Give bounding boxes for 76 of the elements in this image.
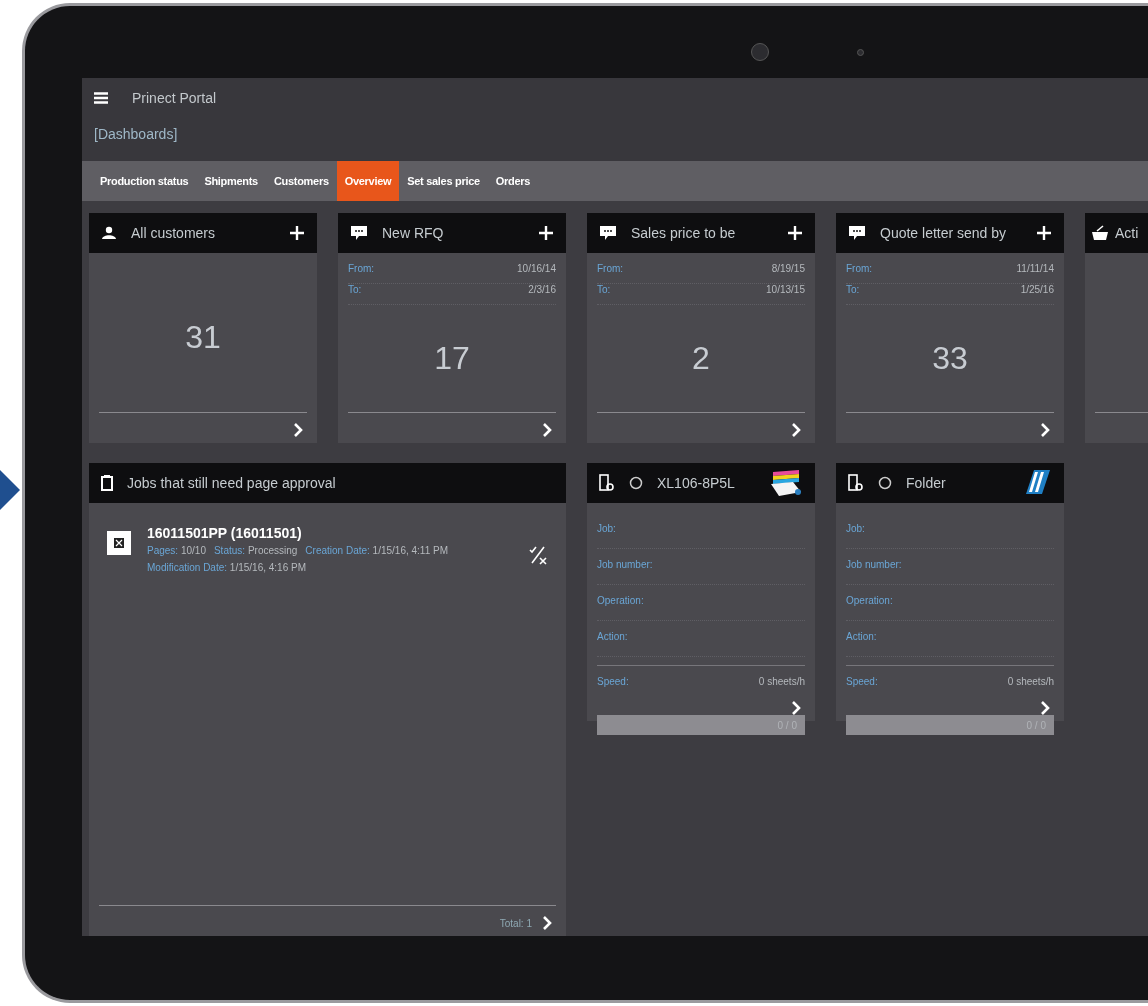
date-value: 1/25/16: [1020, 284, 1054, 295]
chat-icon: [848, 225, 866, 241]
status-circle-icon: [629, 476, 643, 490]
panel-title: Jobs that still need page approval: [127, 475, 337, 491]
date-label: To:: [597, 284, 611, 295]
tile-count: 31: [185, 319, 221, 356]
machine-status-icon: [848, 474, 864, 492]
field-label: Job number:: [597, 559, 653, 570]
machine-name: XL106-8P5L: [657, 475, 736, 491]
job-detail: Modification Date: 1/15/16, 4:16 PM: [147, 562, 306, 573]
add-icon[interactable]: [289, 225, 305, 241]
total-count: Total: 1: [499, 917, 532, 929]
field-label: Speed:: [846, 676, 878, 687]
tile-title: All customers: [131, 225, 217, 241]
speed-value: 0 sheets/h: [1007, 676, 1054, 687]
field-label: Job:: [597, 523, 616, 534]
add-icon[interactable]: [538, 225, 554, 241]
tab[interactable]: Overview: [336, 161, 400, 201]
date-label: To:: [348, 284, 362, 295]
date-value: 10/13/15: [766, 284, 805, 295]
tile-count: 33: [932, 340, 968, 377]
job-detail: Creation Date: 1/15/16, 4:11 PM: [305, 545, 449, 556]
menu-icon[interactable]: [94, 92, 108, 104]
approve-reject-icon[interactable]: [528, 545, 548, 565]
app-title: Prinect Portal: [132, 90, 217, 106]
speed-value: 0 sheets/h: [758, 676, 805, 687]
tile-count: 2: [692, 340, 710, 377]
chevron-right-icon[interactable]: [791, 423, 801, 437]
printing-press-icon: [769, 468, 803, 498]
tab[interactable]: Production status: [92, 161, 197, 201]
field-label: Action:: [846, 631, 877, 642]
pointer-arrow-icon: [0, 470, 20, 510]
tile-title: Quote letter send by: [880, 225, 1008, 241]
machine-status-icon: [599, 474, 615, 492]
chevron-right-icon[interactable]: [1040, 423, 1050, 437]
date-value: 2/3/16: [528, 284, 556, 295]
date-value: 11/11/14: [1016, 263, 1054, 274]
breadcrumb[interactable]: [Dashboards]: [94, 126, 1148, 142]
date-value: 8/19/15: [771, 263, 805, 274]
clipboard-icon: [101, 475, 113, 491]
job-detail: Pages: 10/10: [147, 545, 206, 556]
date-label: To:: [846, 284, 860, 295]
person-icon: [101, 226, 117, 240]
date-label: From:: [348, 263, 375, 274]
tab[interactable]: Shipments: [196, 161, 266, 201]
tile-count: 17: [434, 340, 470, 377]
date-label: From:: [846, 263, 873, 274]
status-circle-icon: [878, 476, 892, 490]
tile-title: New RFQ: [382, 225, 445, 241]
tab[interactable]: Customers: [265, 161, 337, 201]
tile-title: Sales price to be: [631, 225, 737, 241]
field-label: Speed:: [597, 676, 629, 687]
job-detail: Status: Processing: [213, 545, 298, 556]
tile-title: Acti: [1115, 225, 1140, 241]
camera-lens-icon: [751, 43, 769, 61]
field-label: Operation:: [597, 595, 644, 606]
chevron-right-icon[interactable]: [542, 916, 552, 930]
date-value: 10/16/14: [517, 263, 556, 274]
basket-icon: [1091, 225, 1109, 241]
field-label: Job number:: [846, 559, 902, 570]
chevron-right-icon[interactable]: [293, 423, 303, 437]
machine-name: Folder: [906, 475, 947, 491]
field-label: Job:: [846, 523, 865, 534]
field-label: Operation:: [846, 595, 893, 606]
job-thumbnail: [107, 531, 131, 555]
tab[interactable]: Orders: [487, 161, 539, 201]
field-label: Action:: [597, 631, 628, 642]
chevron-right-icon[interactable]: [542, 423, 552, 437]
chat-icon: [599, 225, 617, 241]
job-title[interactable]: 16011501PP (16011501): [147, 525, 512, 541]
add-icon[interactable]: [1036, 225, 1052, 241]
date-label: From:: [597, 263, 624, 274]
tab[interactable]: Set sales price: [399, 161, 488, 201]
sensor-dot-icon: [857, 48, 864, 56]
chat-icon: [350, 225, 368, 241]
add-icon[interactable]: [787, 225, 803, 241]
